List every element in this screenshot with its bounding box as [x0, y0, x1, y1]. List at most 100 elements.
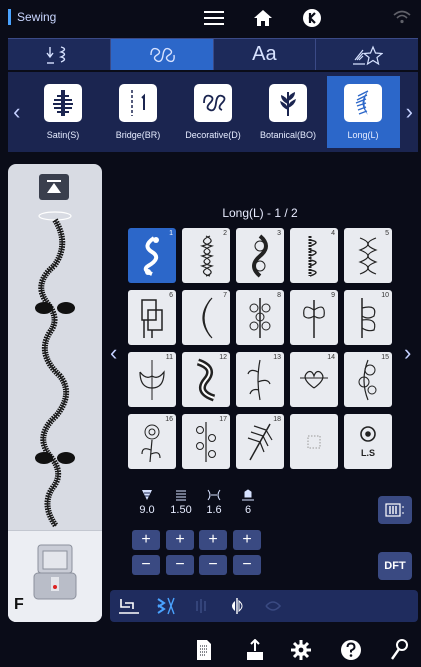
function-bar	[110, 590, 418, 622]
auto-lock-icon[interactable]	[116, 595, 142, 617]
length-minus-button[interactable]: −	[166, 555, 194, 575]
thread-tension-value: 9.0	[139, 504, 155, 516]
stitch-cell-8[interactable]: 8	[236, 290, 284, 345]
stitch-cell-15[interactable]: 15	[344, 352, 392, 407]
subcategory-long[interactable]: Long(L)	[326, 76, 400, 148]
jump-to-start-button[interactable]	[39, 174, 69, 200]
maintenance-tool-icon[interactable]	[387, 638, 411, 662]
stitch-width-value: 1.6	[206, 504, 222, 516]
stitch-preview-pattern	[35, 211, 75, 528]
stitch-cell-17[interactable]: 17	[182, 414, 230, 469]
jump-to-top-icon	[47, 180, 61, 193]
display-settings-button[interactable]	[378, 496, 412, 524]
presser-pressure-param: 6	[233, 488, 263, 516]
subcategory-botanical-label: Botanical(BO)	[260, 130, 317, 140]
botanical-stitch-icon	[269, 84, 308, 122]
decorative-stitch-icon	[194, 84, 233, 122]
stitch-cell-2[interactable]: 2	[182, 228, 230, 283]
subcategory-satin-label: Satin(S)	[46, 130, 80, 140]
decorative-stitch-tab[interactable]	[110, 39, 214, 70]
settings-gear-icon[interactable]	[289, 638, 313, 662]
long-stitch-target-icon	[360, 426, 376, 442]
default-settings-button[interactable]: DFT	[378, 552, 412, 580]
elongation-icon	[260, 595, 286, 617]
subcategory-botanical[interactable]: Botanical(BO)	[252, 76, 325, 148]
stitch-page-prev-arrow-icon[interactable]: ‹	[110, 340, 117, 366]
bottom-navigation	[0, 632, 421, 667]
stitch-width-icon	[199, 488, 229, 502]
subcategory-decorative[interactable]: Decorative(D)	[177, 76, 250, 148]
export-icon[interactable]	[243, 638, 267, 662]
tension-plus-button[interactable]: +	[132, 530, 160, 550]
stitch-cell-16[interactable]: 16	[128, 414, 176, 469]
presser-pressure-value: 6	[244, 504, 252, 516]
stitch-preview-panel[interactable]: F	[8, 164, 102, 622]
stitch-cell-3[interactable]: 3	[236, 228, 284, 283]
back-icon[interactable]	[301, 8, 323, 28]
stitch-cell-14[interactable]: 14	[290, 352, 338, 407]
stitch-category-tabs: Aa	[8, 38, 418, 70]
subcategory-bar: ‹ Satin(S) Bridge(BR) Decorative(D) Bota…	[8, 72, 418, 152]
wifi-icon	[393, 10, 411, 29]
stitch-width-param: 1.6	[199, 488, 229, 516]
bridge-stitch-icon	[119, 84, 158, 122]
subcategory-decorative-label: Decorative(D)	[185, 130, 241, 140]
decorative-stitch-icon	[149, 47, 175, 62]
utility-stitch-tab[interactable]	[8, 39, 111, 70]
memory-file-icon[interactable]	[192, 638, 216, 662]
subcategory-satin[interactable]: Satin(S)	[27, 76, 100, 148]
bars-settings-icon	[385, 503, 404, 517]
favorites-tab[interactable]	[316, 39, 418, 70]
long-stitch-label: L.S	[360, 448, 375, 458]
menu-icon[interactable]	[203, 8, 225, 28]
favorites-icon	[353, 44, 384, 65]
utility-stitch-icon	[46, 45, 66, 64]
sewing-app: Sewing Aa ‹ Satin(S) Bridge(BR) Decorati…	[0, 0, 421, 667]
stitch-cell-5[interactable]: 5	[344, 228, 392, 283]
stitch-length-icon	[166, 488, 196, 502]
stitch-length-value: 1.50	[170, 504, 192, 516]
subcategory-long-label: Long(L)	[347, 130, 379, 140]
home-icon[interactable]	[252, 8, 274, 28]
stitch-cell-12[interactable]: 12	[182, 352, 230, 407]
subcategory-bridge-label: Bridge(BR)	[115, 130, 161, 140]
stitch-cell-4[interactable]: 4	[290, 228, 338, 283]
thread-tension-param: 9.0	[132, 488, 162, 516]
presser-foot-icon	[33, 544, 77, 600]
needle-position-icon	[188, 595, 214, 617]
presser-foot-area: F	[8, 530, 102, 622]
subcategory-bridge[interactable]: Bridge(BR)	[102, 76, 175, 148]
stitch-cell-11[interactable]: 11	[128, 352, 176, 407]
stitch-cell-1[interactable]: 1	[128, 228, 176, 283]
stitch-length-param: 1.50	[166, 488, 196, 516]
width-minus-button[interactable]: −	[199, 555, 227, 575]
long-stitch-icon	[344, 84, 383, 122]
stitch-group-title: Long(L) - 1 / 2	[222, 206, 298, 220]
presser-foot-letter: F	[14, 596, 24, 613]
stitch-cell-18[interactable]: 18	[236, 414, 284, 469]
needle-mode-icon[interactable]	[152, 595, 178, 617]
help-icon[interactable]	[339, 638, 363, 662]
mirror-image-icon[interactable]	[224, 595, 250, 617]
presser-plus-button[interactable]: +	[233, 530, 261, 550]
presser-pressure-icon	[233, 488, 263, 502]
stitch-cell-long-stitch[interactable]: L.S	[344, 414, 392, 469]
stitch-page-next-arrow-icon[interactable]: ›	[404, 340, 411, 366]
letters-tab[interactable]: Aa	[214, 39, 317, 70]
width-plus-button[interactable]: +	[199, 530, 227, 550]
stitch-cell-13[interactable]: 13	[236, 352, 284, 407]
stitch-cell-7[interactable]: 7	[182, 290, 230, 345]
satin-stitch-icon	[44, 84, 83, 122]
stitch-cell-9[interactable]: 9	[290, 290, 338, 345]
subcategory-next-arrow-icon[interactable]: ›	[401, 72, 419, 152]
top-bar: Sewing	[0, 0, 421, 36]
tension-minus-button[interactable]: −	[132, 555, 160, 575]
stitch-cell-10[interactable]: 10	[344, 290, 392, 345]
subcategory-prev-arrow-icon[interactable]: ‹	[8, 72, 26, 152]
stitch-cell-6[interactable]: 6	[128, 290, 176, 345]
app-title: Sewing	[8, 9, 56, 25]
thread-tension-icon	[132, 488, 162, 502]
stitch-cell-19[interactable]	[290, 414, 338, 469]
presser-minus-button[interactable]: −	[233, 555, 261, 575]
length-plus-button[interactable]: +	[166, 530, 194, 550]
